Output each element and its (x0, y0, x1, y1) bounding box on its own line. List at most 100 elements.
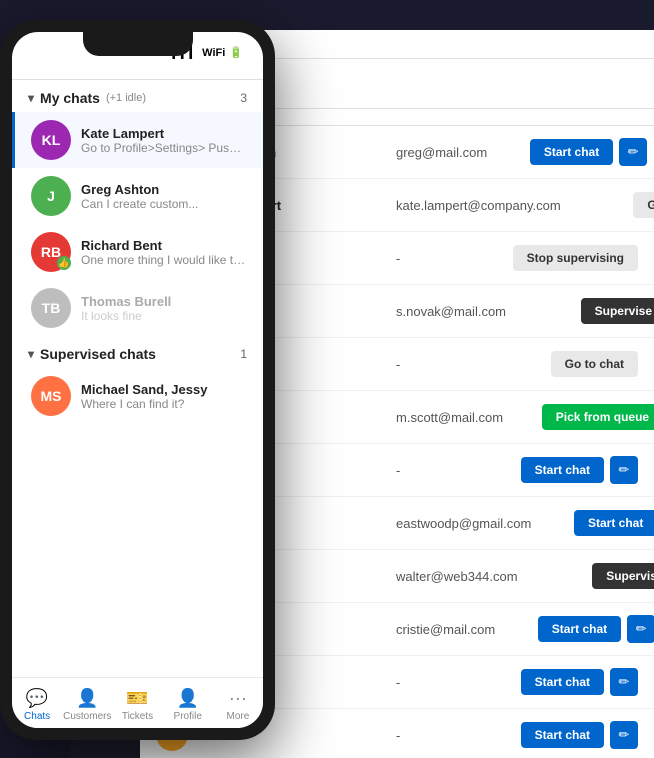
start-chat-button[interactable]: Start chat (538, 616, 621, 642)
customer-email: cristie@mail.com (396, 622, 495, 637)
section-count: 3 (240, 91, 247, 105)
chat-name: Greg Ashton (81, 182, 247, 197)
nav-icon: 👤 (76, 688, 98, 709)
actions-cell: Start chat ✏ (495, 615, 654, 643)
nav-icon: 💬 (26, 688, 48, 709)
nav-icon: 🎫 (126, 688, 148, 709)
customer-email: - (396, 463, 478, 478)
start-chat-button[interactable]: Start chat (574, 510, 654, 536)
section-header: ▾ My chats (+1 idle) 3 (12, 80, 263, 112)
start-chat-button[interactable]: Start chat (521, 457, 604, 483)
chat-info: Kate Lampert Go to Profile>Settings> Pus… (81, 126, 247, 155)
section-header: ▾ Supervised chats 1 (12, 336, 263, 368)
customer-email: greg@mail.com (396, 145, 487, 160)
actions-cell: Start chat ✏ (478, 668, 638, 696)
actions-cell: Supervise (518, 563, 654, 589)
nav-icon: 👤 (177, 688, 199, 709)
supervise-button[interactable]: Supervise (592, 563, 654, 589)
chat-section: ▾ My chats (+1 idle) 3 KL Kate Lampert G… (12, 80, 263, 677)
start-chat-button[interactable]: Start chat (521, 722, 604, 748)
chat-avatar-wrap: J (31, 176, 71, 216)
customer-email: kate.lampert@company.com (396, 198, 561, 213)
chat-info: Greg Ashton Can I create custom... (81, 182, 247, 211)
actions-cell: Start chat ✏ (487, 138, 647, 166)
chat-item[interactable]: TB Thomas Burell It looks fine (12, 280, 263, 336)
pick-from-queue-button[interactable]: Pick from queue (542, 404, 654, 430)
chat-name: Michael Sand, Jessy (81, 382, 247, 397)
phone-notch (83, 32, 193, 56)
nav-item-chats[interactable]: 💬 Chats (12, 684, 62, 726)
section-count: 1 (240, 347, 247, 361)
chat-avatar-wrap: KL (31, 120, 71, 160)
stop-supervising-button[interactable]: Stop supervising (513, 245, 638, 271)
nav-icon: ··· (229, 688, 247, 709)
actions-cell: Start chat ✏ (531, 509, 654, 537)
wifi-icon: WiFi (202, 47, 225, 59)
nav-item-profile[interactable]: 👤 Profile (163, 684, 213, 726)
chat-info: Michael Sand, Jessy Where I can find it? (81, 382, 247, 411)
chat-avatar-wrap: RB 👍 (31, 232, 71, 272)
customer-email: - (396, 251, 478, 266)
tab-invited[interactable] (284, 30, 316, 58)
section-label: My chats (40, 90, 100, 106)
chat-preview: It looks fine (81, 309, 247, 323)
phone-frame: ▎▎▎ WiFi 🔋 ▾ My chats (+1 idle) 3 KL (0, 20, 275, 740)
actions-cell: Pick from queue (503, 404, 654, 430)
edit-button[interactable]: ✏ (610, 668, 638, 696)
nav-label: Profile (174, 711, 202, 722)
actions-cell: Start chat ✏ (478, 721, 638, 749)
actions-cell: Stop supervising (478, 245, 638, 271)
edit-button[interactable]: ✏ (610, 721, 638, 749)
chat-preview: Can I create custom... (81, 197, 247, 211)
start-chat-button[interactable]: Start chat (521, 669, 604, 695)
chat-item[interactable]: MS Michael Sand, Jessy Where I can find … (12, 368, 263, 424)
edit-button[interactable]: ✏ (619, 138, 647, 166)
chat-item[interactable]: J Greg Ashton Can I create custom... (12, 168, 263, 224)
nav-label: Chats (24, 711, 50, 722)
nav-label: Customers (63, 711, 111, 722)
chat-preview: One more thing I would like to a... (81, 253, 247, 267)
chat-avatar: MS (31, 376, 71, 416)
nav-item-tickets[interactable]: 🎫 Tickets (112, 684, 162, 726)
chevron-icon[interactable]: ▾ (28, 91, 34, 105)
chat-avatar-wrap: MS (31, 376, 71, 416)
start-chat-button[interactable]: Start chat (530, 139, 613, 165)
supervise-button[interactable]: Supervise (581, 298, 654, 324)
chevron-icon[interactable]: ▾ (28, 347, 34, 361)
battery-icon: 🔋 (229, 46, 243, 59)
nav-item-more[interactable]: ··· More (213, 684, 263, 726)
bottom-nav: 💬 Chats 👤 Customers 🎫 Tickets 👤 Profile … (12, 677, 263, 728)
nav-label: Tickets (122, 711, 153, 722)
phone-screen: ▎▎▎ WiFi 🔋 ▾ My chats (+1 idle) 3 KL (12, 32, 263, 728)
chat-name: Kate Lampert (81, 126, 247, 141)
chat-preview: Where I can find it? (81, 397, 247, 411)
customer-email: eastwoodp@gmail.com (396, 516, 531, 531)
idle-badge: (+1 idle) (106, 92, 146, 104)
edit-button[interactable]: ✏ (627, 615, 654, 643)
thumbs-up-icon: 👍 (57, 256, 71, 270)
go-to-chat-button[interactable]: Go to chat (551, 351, 638, 377)
chat-info: Richard Bent One more thing I would like… (81, 238, 247, 267)
phone-header (12, 63, 263, 80)
chat-avatar: KL (31, 120, 71, 160)
section-label: Supervised chats (40, 346, 156, 362)
nav-item-customers[interactable]: 👤 Customers (62, 684, 112, 726)
chat-avatar-wrap: TB (31, 288, 71, 328)
customer-email: - (396, 728, 478, 743)
chat-info: Thomas Burell It looks fine (81, 294, 247, 323)
chat-avatar: TB (31, 288, 71, 328)
chat-item[interactable]: RB 👍 Richard Bent One more thing I would… (12, 224, 263, 280)
chat-avatar: J (31, 176, 71, 216)
customer-email: walter@web344.com (396, 569, 518, 584)
edit-button[interactable]: ✏ (610, 456, 638, 484)
go-to-chat-button[interactable]: Go to chat (633, 192, 654, 218)
section-title: ▾ My chats (+1 idle) (28, 90, 146, 106)
actions-cell: Go to chat (561, 192, 654, 218)
actions-cell: Start chat ✏ (478, 456, 638, 484)
chat-item[interactable]: KL Kate Lampert Go to Profile>Settings> … (12, 112, 263, 168)
customer-email: s.novak@mail.com (396, 304, 506, 319)
chat-name: Richard Bent (81, 238, 247, 253)
chat-section-group: ▾ Supervised chats 1 MS Michael Sand, Je… (12, 336, 263, 424)
chat-section-group: ▾ My chats (+1 idle) 3 KL Kate Lampert G… (12, 80, 263, 336)
nav-label: More (227, 711, 250, 722)
